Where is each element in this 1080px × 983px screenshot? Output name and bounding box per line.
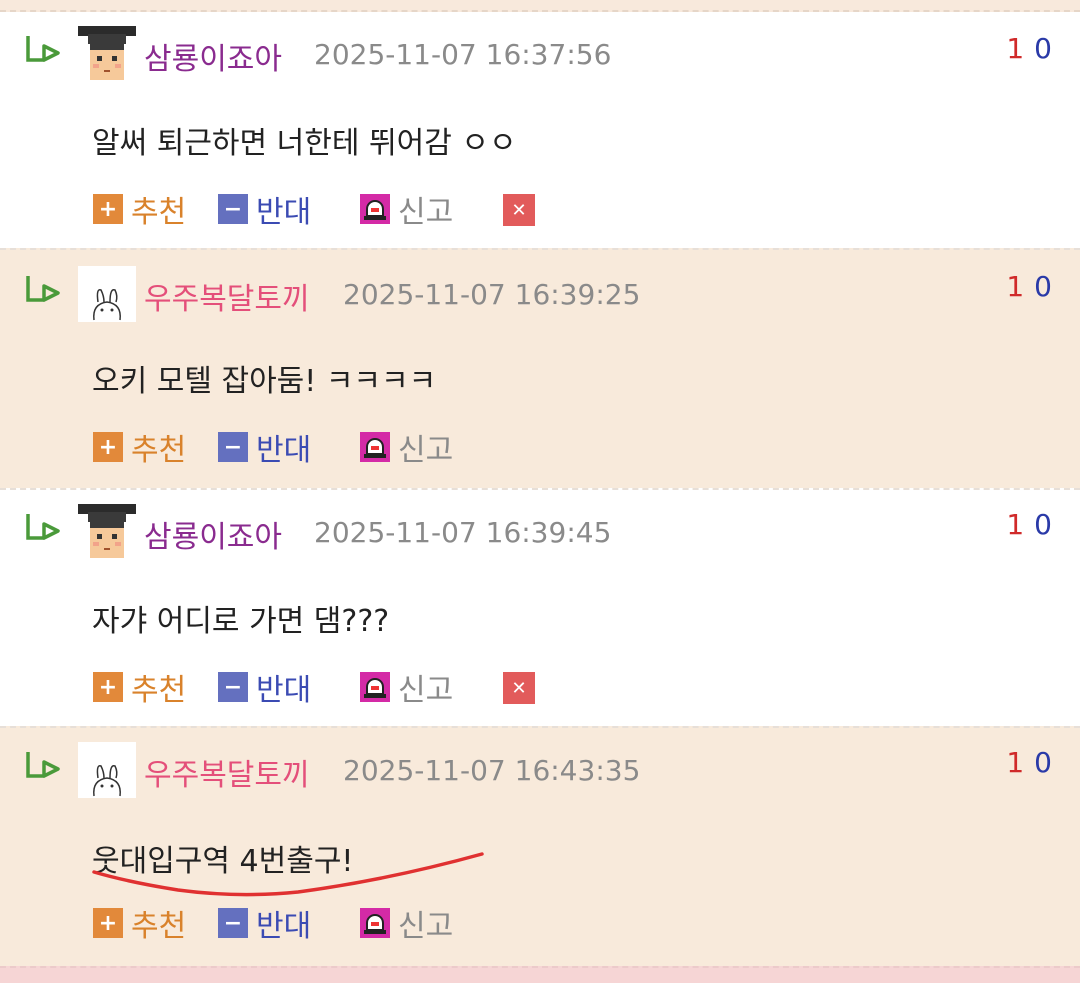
siren-icon [360, 194, 390, 224]
plus-icon: + [93, 194, 123, 224]
down-count: 0 [1034, 508, 1052, 541]
up-count: 1 [1006, 508, 1025, 541]
recommend-button[interactable]: + 추천 [93, 670, 186, 708]
down-count: 0 [1034, 32, 1052, 65]
recommend-label: 추천 [131, 195, 187, 230]
oppose-button[interactable]: − 반대 [218, 906, 311, 944]
comment-text: 자갸 어디로 가면 댐??? [92, 604, 390, 639]
vote-count: 10 [1006, 746, 1052, 779]
oppose-label: 반대 [256, 673, 312, 708]
report-button[interactable]: 신고 [360, 192, 453, 230]
oppose-label: 반대 [256, 909, 312, 944]
recommend-button[interactable]: + 추천 [93, 430, 186, 468]
report-label: 신고 [398, 195, 454, 230]
oppose-button[interactable]: − 반대 [218, 192, 311, 230]
recommend-label: 추천 [131, 909, 187, 944]
comment-text: 오키 모텔 잡아둠! ㅋㅋㅋㅋ [92, 364, 437, 399]
report-button[interactable]: 신고 [360, 430, 453, 468]
comment-item: 삼룡이죠아 2025-11-07 16:39:45 10 자갸 어디로 가면 댐… [0, 488, 1080, 726]
comment-text: 알써 퇴근하면 너한테 뛰어감 ㅇㅇ [92, 126, 517, 161]
bunny-avatar-icon [78, 266, 136, 322]
next-comment-edge [0, 966, 1080, 983]
up-count: 1 [1006, 270, 1025, 303]
recommend-label: 추천 [131, 673, 187, 708]
plus-icon: + [93, 432, 123, 462]
oppose-label: 반대 [256, 433, 312, 468]
recommend-button[interactable]: + 추천 [93, 906, 186, 944]
report-button[interactable]: 신고 [360, 670, 453, 708]
report-label: 신고 [398, 673, 454, 708]
comment-actions: + 추천 − 반대 신고 [93, 906, 543, 944]
graduate-avatar-icon [78, 26, 136, 82]
report-label: 신고 [398, 433, 454, 468]
minus-icon: − [218, 672, 248, 702]
reply-arrow-icon [26, 514, 60, 540]
comment-nickname[interactable]: 우주복달토끼 [144, 750, 310, 794]
up-count: 1 [1006, 746, 1025, 779]
up-count: 1 [1006, 32, 1025, 65]
siren-icon [360, 432, 390, 462]
comment-timestamp: 2025-11-07 16:43:35 [343, 754, 641, 787]
delete-button[interactable]: ✕ [503, 193, 535, 227]
oppose-button[interactable]: − 반대 [218, 430, 311, 468]
comment-actions: + 추천 − 반대 신고 ✕ [93, 192, 543, 230]
reply-arrow-icon [26, 752, 60, 778]
vote-count: 10 [1006, 508, 1052, 541]
siren-icon [360, 672, 390, 702]
minus-icon: − [218, 908, 248, 938]
reply-arrow-icon [26, 36, 60, 62]
oppose-button[interactable]: − 반대 [218, 670, 311, 708]
report-button[interactable]: 신고 [360, 906, 453, 944]
comment-actions: + 추천 − 반대 신고 ✕ [93, 670, 543, 708]
comment-timestamp: 2025-11-07 16:39:45 [314, 516, 612, 549]
recommend-label: 추천 [131, 433, 187, 468]
oppose-label: 반대 [256, 195, 312, 230]
delete-icon: ✕ [503, 672, 535, 704]
siren-icon [360, 908, 390, 938]
vote-count: 10 [1006, 32, 1052, 65]
bunny-avatar-icon [78, 742, 136, 798]
red-underline-annotation [92, 852, 484, 897]
comment-timestamp: 2025-11-07 16:39:25 [343, 278, 641, 311]
comment-nickname[interactable]: 삼룡이죠아 [144, 512, 282, 556]
minus-icon: − [218, 432, 248, 462]
down-count: 0 [1034, 270, 1052, 303]
reply-arrow-icon [26, 276, 60, 302]
comment-item: 삼룡이죠아 2025-11-07 16:37:56 10 알써 퇴근하면 너한테… [0, 14, 1080, 250]
plus-icon: + [93, 908, 123, 938]
comment-item: 우주복달토끼 2025-11-07 16:39:25 10 오키 모텔 잡아둠!… [0, 248, 1080, 488]
previous-comment-edge [0, 0, 1080, 12]
graduate-avatar-icon [78, 504, 136, 560]
delete-button[interactable]: ✕ [503, 671, 535, 705]
comment-actions: + 추천 − 반대 신고 [93, 430, 543, 468]
minus-icon: − [218, 194, 248, 224]
comment-timestamp: 2025-11-07 16:37:56 [314, 38, 612, 71]
comment-nickname[interactable]: 우주복달토끼 [144, 274, 310, 318]
comment-nickname[interactable]: 삼룡이죠아 [144, 34, 282, 78]
recommend-button[interactable]: + 추천 [93, 192, 186, 230]
delete-icon: ✕ [503, 194, 535, 226]
vote-count: 10 [1006, 270, 1052, 303]
down-count: 0 [1034, 746, 1052, 779]
report-label: 신고 [398, 909, 454, 944]
plus-icon: + [93, 672, 123, 702]
